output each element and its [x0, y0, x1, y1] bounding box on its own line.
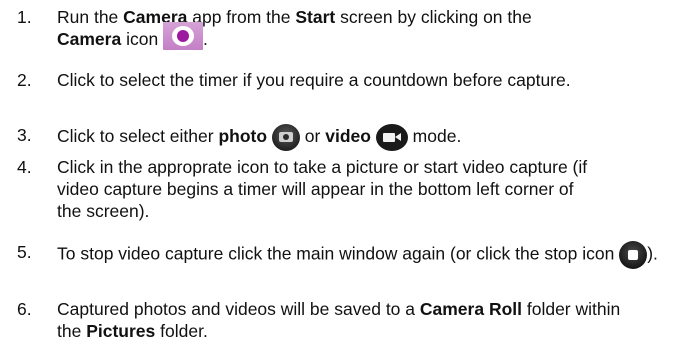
step-text: Captured photos and videos will be saved…: [57, 299, 621, 341]
camera-icon-name: Camera: [57, 29, 122, 49]
pictures-folder: Pictures: [86, 321, 156, 341]
step-number: 6.: [17, 299, 32, 319]
step-text: Click to select the timer if you require…: [57, 70, 571, 90]
step-text: To stop video capture click the main win…: [57, 241, 669, 269]
step-number: 3.: [17, 125, 32, 145]
step-text: Click to select either photo or video mo…: [57, 124, 669, 151]
step-number: 4.: [17, 157, 32, 177]
photo-mode-icon: [271, 124, 300, 151]
step-number: 1.: [17, 7, 32, 27]
video-mode-label: video: [325, 126, 371, 147]
stop-icon: [619, 241, 648, 269]
camera-app-icon: [163, 22, 204, 51]
step-number: 2.: [17, 70, 32, 90]
step-text: Click in the approprate icon to take a p…: [57, 157, 588, 221]
step-text: Run the Camera app from the Start screen…: [57, 7, 532, 51]
start-screen-name: Start: [295, 7, 336, 27]
step-number: 5.: [17, 242, 32, 262]
photo-mode-label: photo: [218, 126, 268, 147]
video-mode-icon: [375, 124, 408, 151]
camera-roll-folder: Camera Roll: [419, 299, 522, 319]
